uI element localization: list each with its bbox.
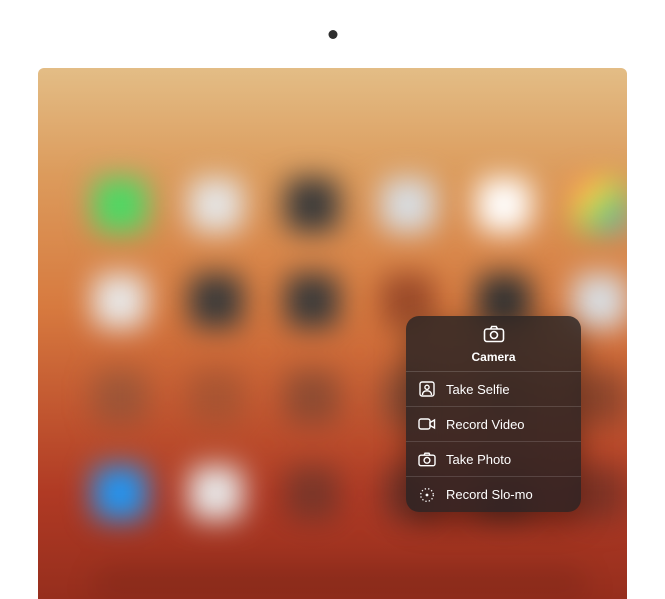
menu-item-label: Record Slo-mo [446,487,533,502]
app-icon[interactable] [285,466,339,520]
device-bezel: Camera Take Selfie [6,6,659,599]
app-icon[interactable] [285,178,339,232]
app-icon[interactable] [477,178,531,232]
menu-item-take-selfie[interactable]: Take Selfie [406,372,581,407]
app-icon[interactable] [381,178,435,232]
menu-item-label: Record Video [446,417,525,432]
person-square-icon [418,381,436,397]
app-icon[interactable] [573,466,627,520]
dock [93,565,587,599]
app-icon[interactable] [93,274,147,328]
camera-icon [418,452,436,467]
menu-title: Camera [471,350,515,364]
app-icon[interactable] [189,466,243,520]
app-icon[interactable] [573,370,627,424]
app-icon[interactable] [189,178,243,232]
menu-item-label: Take Selfie [446,382,510,397]
camera-icon [483,325,505,348]
menu-item-label: Take Photo [446,452,511,467]
app-icon[interactable] [93,178,147,232]
video-icon [418,417,436,431]
app-icon[interactable] [93,370,147,424]
menu-item-take-photo[interactable]: Take Photo [406,442,581,477]
menu-header: Camera [406,316,581,372]
app-icon[interactable] [189,370,243,424]
app-icon[interactable] [573,178,627,232]
app-icon[interactable] [285,370,339,424]
app-icon[interactable] [573,274,627,328]
app-icon[interactable] [285,274,339,328]
camera-quick-actions-menu: Camera Take Selfie [406,316,581,512]
menu-item-record-video[interactable]: Record Video [406,407,581,442]
app-icon[interactable] [189,274,243,328]
home-screen: Camera Take Selfie [38,68,627,599]
slomo-icon [418,487,436,503]
menu-item-record-slomo[interactable]: Record Slo-mo [406,477,581,512]
app-icon[interactable] [93,466,147,520]
device-camera-dot [328,30,337,39]
